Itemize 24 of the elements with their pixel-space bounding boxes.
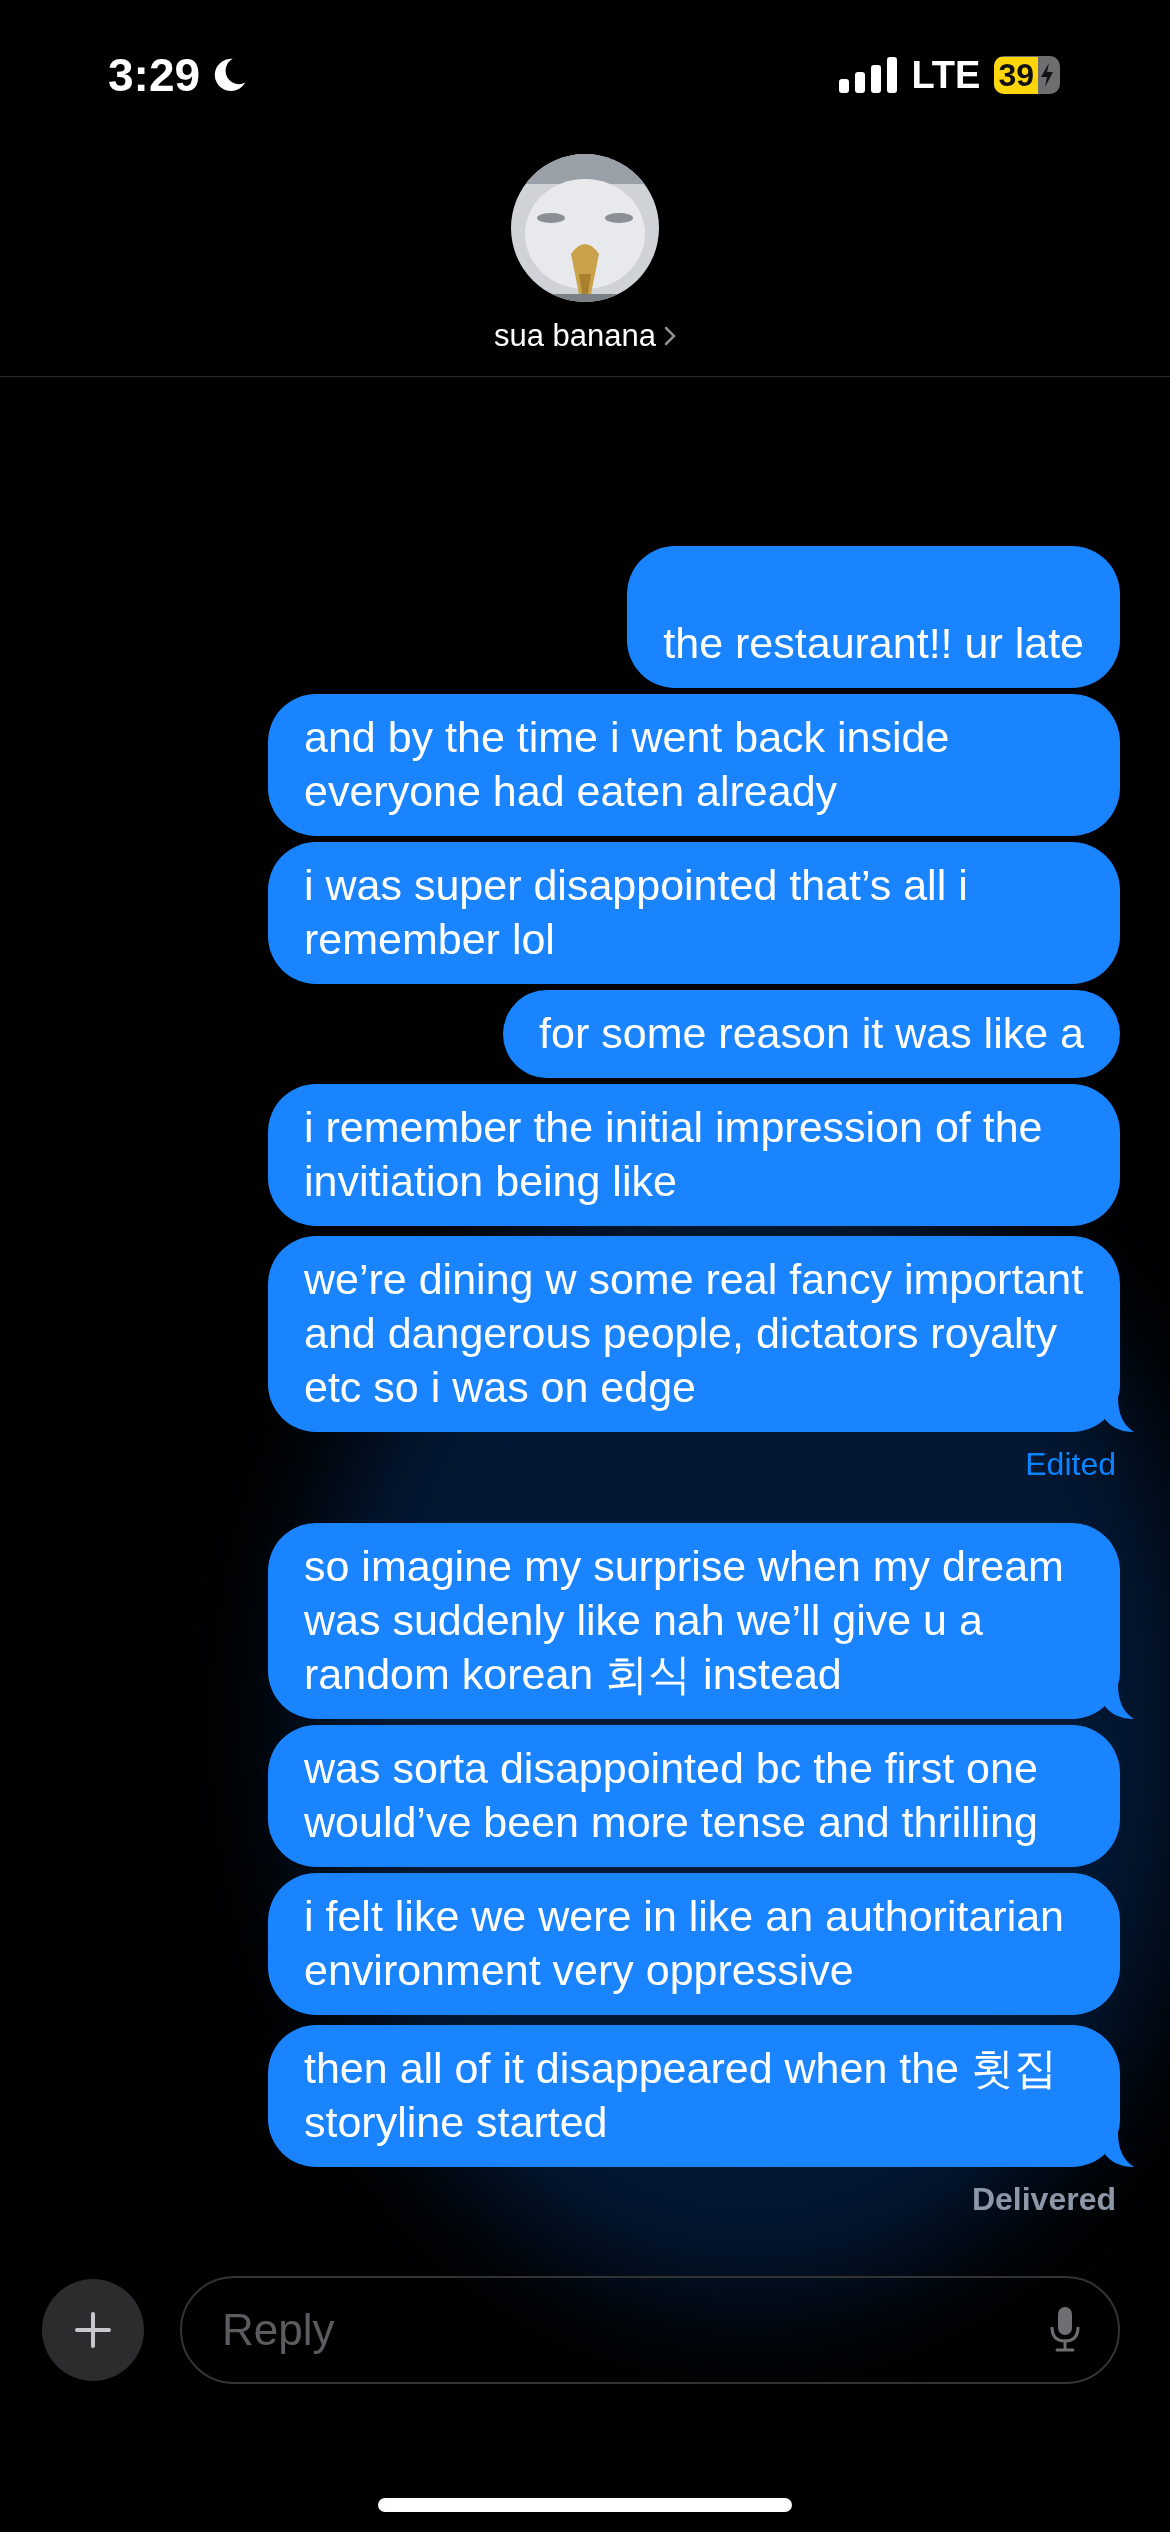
message-bubble: i felt like we were in like an authoritarian environment very oppressive bbox=[268, 1873, 1120, 2015]
microphone-icon[interactable] bbox=[1050, 2307, 1080, 2353]
reply-field[interactable]: Reply bbox=[180, 2276, 1120, 2384]
message-bubble: then all of it disappeared when the 횟집 storyline started bbox=[268, 2025, 1120, 2167]
message-bubble: the restaurant!! ur late bbox=[627, 546, 1120, 688]
bubble-tail bbox=[1104, 1398, 1134, 1432]
message-bubble: so imagine my surprise when my dream was suddenly like nah we’ll give u a random korean 회식 instead bbox=[268, 1523, 1120, 1719]
battery-indicator: 39 bbox=[994, 56, 1060, 94]
contact-name[interactable]: sua banana bbox=[493, 318, 656, 354]
bubble-tail bbox=[1104, 1685, 1134, 1719]
message-bubble: i was super disappointed that’s all i remember lol bbox=[268, 842, 1120, 984]
chevron-right-icon bbox=[664, 326, 676, 346]
plus-icon bbox=[73, 2310, 113, 2350]
message-bubble: we’re dining w some real fancy important and dangerous people, dictators royalty etc so i was on edge bbox=[268, 1236, 1120, 1432]
message-bubble: was sorta disappointed bc the first one would’ve been more tense and thrilling bbox=[268, 1725, 1120, 1867]
message-bubble: i remember the initial impression of the invitiation being like bbox=[268, 1084, 1120, 1226]
status-time: 3:29 bbox=[108, 48, 201, 102]
signal-icon bbox=[839, 57, 898, 93]
message-bubble: for some reason it was like a bbox=[503, 990, 1120, 1078]
message-status: Delivered bbox=[970, 2181, 1116, 2218]
message-status: Edited bbox=[1024, 1446, 1116, 1483]
bubble-tail bbox=[1104, 2133, 1134, 2167]
message-bubble: and by the time i went back inside everyone had eaten already bbox=[268, 694, 1120, 836]
network-label: LTE bbox=[911, 53, 981, 97]
